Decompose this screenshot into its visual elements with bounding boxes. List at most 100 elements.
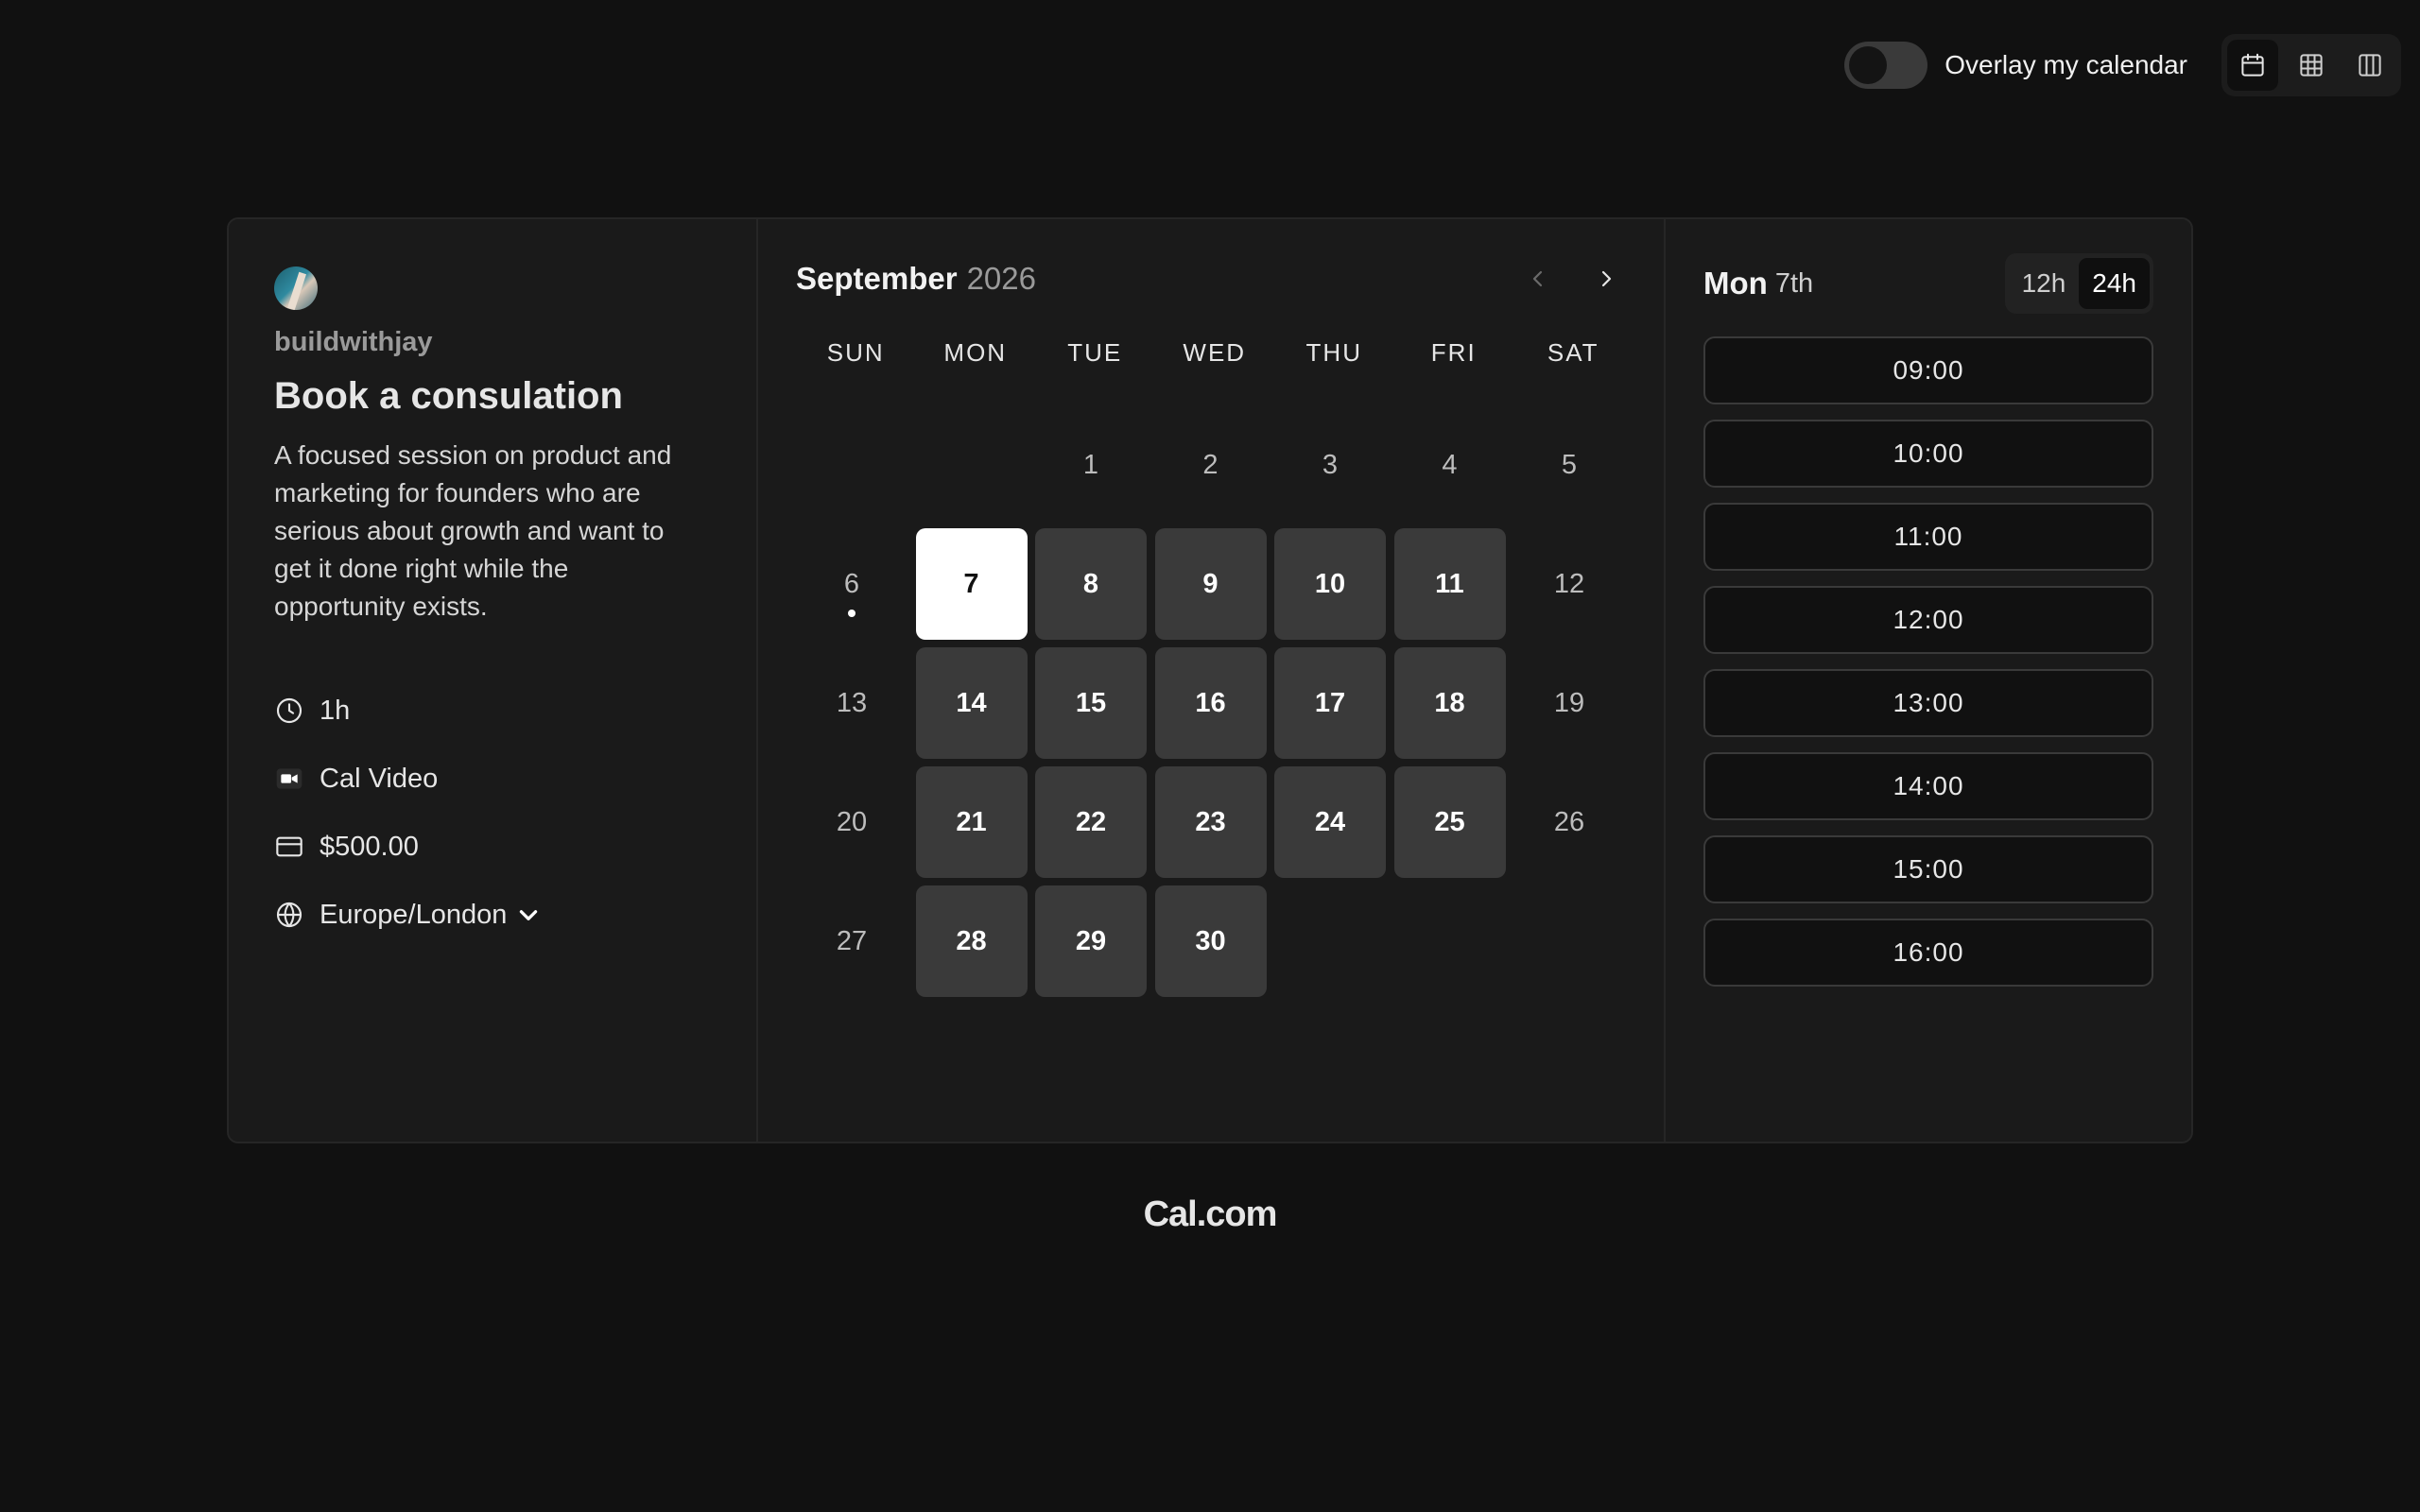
calendar-header: September 2026: [796, 255, 1626, 302]
time-format-toggle: 12h 24h: [2004, 253, 2153, 314]
day-cell-29[interactable]: 29: [1035, 885, 1147, 997]
top-toolbar: Overlay my calendar: [1844, 34, 2401, 96]
day-number: 8: [1082, 568, 1099, 599]
next-month-button[interactable]: [1586, 259, 1626, 299]
day-number: 12: [1553, 568, 1585, 599]
time-slot-button[interactable]: 16:00: [1703, 919, 2153, 987]
timezone-value: Europe/London: [320, 899, 508, 930]
day-cell-15[interactable]: 15: [1035, 647, 1147, 759]
calendar-year: 2026: [966, 261, 1036, 296]
calendar-grid: 1 2 3 4 5 6 7 8 9 10 11 12 13 14 15 16 17 18 19 20 21 22 23 24 2…: [796, 409, 1626, 997]
day-cell-12: 12: [1513, 528, 1625, 640]
day-cell-21[interactable]: 21: [915, 766, 1028, 878]
slots-header: Mon 7th 12h 24h: [1703, 253, 2153, 314]
overlay-calendar-toggle[interactable]: [1844, 42, 1928, 89]
day-cell-2: 2: [1155, 409, 1267, 521]
month-view-button[interactable]: [2227, 40, 2278, 91]
day-cell-9[interactable]: 9: [1154, 528, 1267, 640]
duration-row: 1h: [274, 677, 711, 745]
time-slot-list: 09:00 10:00 11:00 12:00 13:00 14:00 15:00 16:00: [1703, 336, 2153, 987]
today-indicator-dot: [848, 610, 856, 617]
day-cell-5: 5: [1513, 409, 1625, 521]
day-cell-23[interactable]: 23: [1154, 766, 1267, 878]
time-slot-button[interactable]: 14:00: [1703, 752, 2153, 820]
calendar-icon: [2241, 53, 2264, 77]
weekday-label: SUN: [826, 338, 885, 367]
globe-icon: [274, 900, 304, 930]
day-cell-13: 13: [796, 647, 908, 759]
day-number: 9: [1202, 568, 1219, 599]
day-number: 10: [1314, 568, 1346, 599]
day-number: 26: [1553, 806, 1585, 837]
weekday-label: THU: [1305, 338, 1362, 367]
day-cell-14[interactable]: 14: [915, 647, 1028, 759]
day-cell-10[interactable]: 10: [1274, 528, 1386, 640]
weekly-view-button[interactable]: [2286, 40, 2337, 91]
weekday-label: MON: [943, 338, 1008, 367]
day-cell-7[interactable]: 7: [915, 528, 1028, 640]
day-number: 24: [1314, 806, 1346, 837]
day-number: 5: [1561, 449, 1578, 480]
day-cell-8[interactable]: 8: [1035, 528, 1147, 640]
day-number: 1: [1082, 449, 1099, 480]
selected-date: 7th: [1774, 267, 1814, 299]
weekday-label: TUE: [1067, 338, 1123, 367]
location-value: Cal Video: [320, 763, 439, 794]
day-cell-6: 6: [796, 528, 908, 640]
day-cell-26: 26: [1513, 766, 1625, 878]
day-cell-27: 27: [796, 885, 908, 997]
day-cell-24[interactable]: 24: [1274, 766, 1386, 878]
previous-month-button[interactable]: [1518, 259, 1558, 299]
month-navigation: [1518, 259, 1626, 299]
day-cell-4: 4: [1394, 409, 1506, 521]
time-slot-button[interactable]: 10:00: [1703, 420, 2153, 488]
weekday-header: SUN MON TUE WED THU FRI SAT: [796, 338, 1626, 368]
column-view-button[interactable]: [2344, 40, 2395, 91]
day-cell-18[interactable]: 18: [1393, 647, 1506, 759]
day-cell-17[interactable]: 17: [1274, 647, 1386, 759]
day-number: 4: [1442, 449, 1458, 480]
day-number: 3: [1322, 449, 1339, 480]
day-number: 17: [1314, 687, 1346, 718]
day-number: 20: [836, 806, 868, 837]
chevron-right-icon: [1601, 270, 1612, 287]
day-cell-3: 3: [1274, 409, 1386, 521]
day-number: 19: [1553, 687, 1585, 718]
timezone-select[interactable]: Europe/London: [274, 881, 711, 949]
host-name: buildwithjay: [274, 327, 433, 357]
time-slot-button[interactable]: 13:00: [1703, 669, 2153, 737]
empty-day-cell: [796, 409, 908, 521]
cal-brand-logo[interactable]: Cal.com: [0, 1194, 2420, 1235]
day-cell-16[interactable]: 16: [1154, 647, 1267, 759]
columns-icon: [2359, 54, 2381, 77]
day-number: 14: [956, 687, 987, 718]
time-slot-button[interactable]: 11:00: [1703, 503, 2153, 571]
day-number: 27: [836, 925, 868, 956]
layout-switcher: [2221, 34, 2401, 96]
format-24h-button[interactable]: 24h: [2079, 258, 2150, 309]
day-cell-30[interactable]: 30: [1154, 885, 1267, 997]
day-cell-19: 19: [1513, 647, 1625, 759]
day-number: 21: [956, 806, 987, 837]
day-number: 22: [1075, 806, 1107, 837]
time-slot-button[interactable]: 09:00: [1703, 336, 2153, 404]
time-slot-button[interactable]: 12:00: [1703, 586, 2153, 654]
overlay-calendar-label: Overlay my calendar: [1945, 50, 2187, 79]
location-row: Cal Video: [274, 745, 711, 813]
calendar-panel: September 2026 SUN MON TUE WED THU FRI SAT 123…: [758, 219, 1666, 1142]
day-cell-28[interactable]: 28: [915, 885, 1028, 997]
event-title: Book a consulation: [274, 375, 623, 417]
time-slot-button[interactable]: 15:00: [1703, 835, 2153, 903]
day-cell-25[interactable]: 25: [1393, 766, 1506, 878]
day-number: 25: [1434, 806, 1465, 837]
format-12h-button[interactable]: 12h: [2009, 258, 2080, 309]
day-cell-22[interactable]: 22: [1035, 766, 1147, 878]
day-cell-11[interactable]: 11: [1393, 528, 1506, 640]
calendar-month: September: [796, 261, 958, 296]
day-number: 7: [963, 568, 979, 599]
credit-card-icon: [274, 832, 304, 862]
duration-value: 1h: [320, 695, 351, 726]
day-number: 28: [956, 925, 987, 956]
day-number: 23: [1195, 806, 1226, 837]
day-cell-20: 20: [796, 766, 908, 878]
